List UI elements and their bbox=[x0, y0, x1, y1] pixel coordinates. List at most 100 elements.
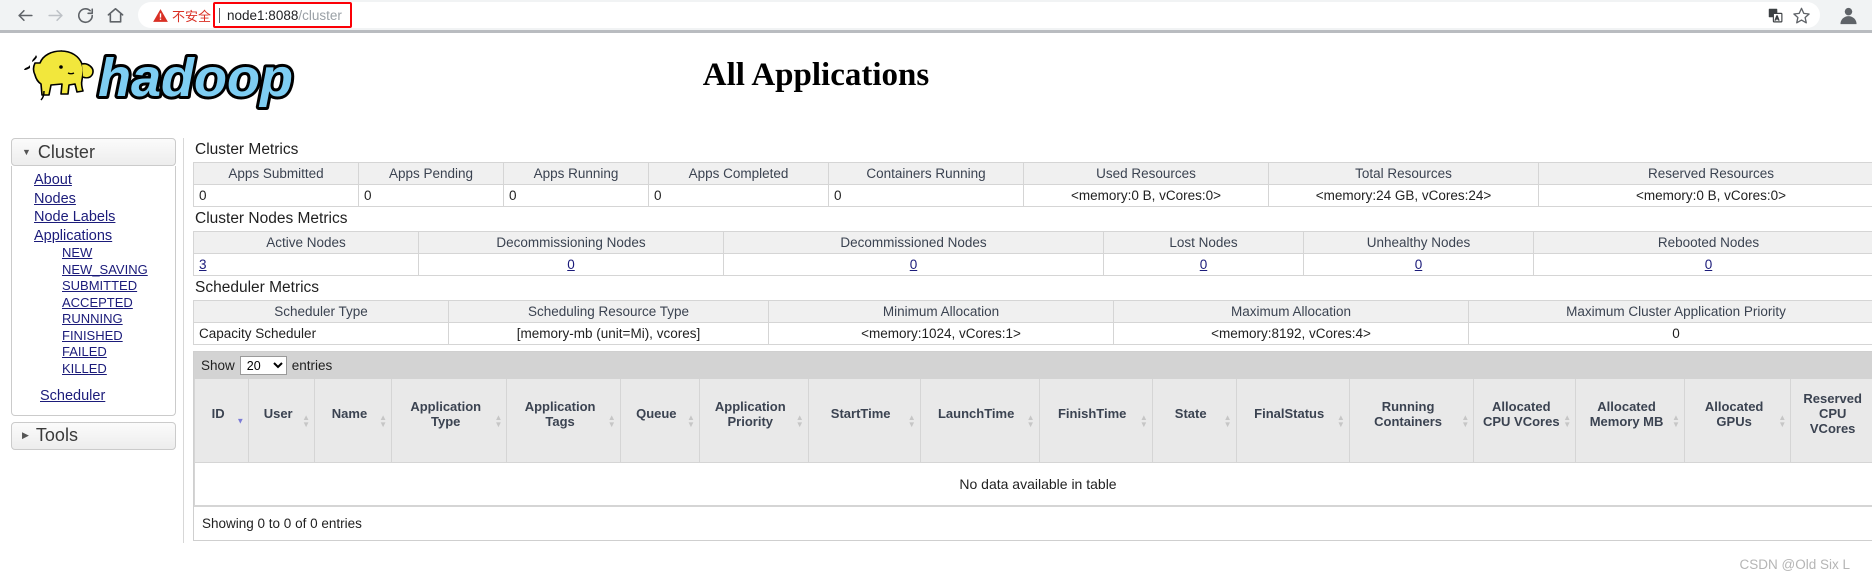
security-status[interactable]: 不安全 bbox=[152, 6, 211, 25]
empty-message: No data available in table bbox=[194, 462, 1872, 506]
link-rebooted-nodes[interactable]: 0 bbox=[1705, 257, 1713, 272]
col-reserved-cpu-vcores[interactable]: Reserved CPU VCores bbox=[1790, 379, 1872, 463]
star-icon[interactable] bbox=[1788, 2, 1814, 28]
link-decommissioned-nodes[interactable]: 0 bbox=[910, 257, 918, 272]
val-used-resources: <memory:0 B, vCores:0> bbox=[1023, 184, 1269, 207]
col-apps-submitted: Apps Submitted bbox=[193, 162, 359, 185]
security-label: 不安全 bbox=[172, 8, 212, 24]
sidebar-section-tools[interactable]: ▶ Tools bbox=[11, 421, 176, 450]
col-minimum-allocation: Minimum Allocation bbox=[768, 300, 1114, 323]
val-minimum-allocation: <memory:1024, vCores:1> bbox=[768, 322, 1114, 345]
main-content: Cluster Metrics Apps Submitted Apps Pend… bbox=[183, 138, 1872, 543]
col-maximum-allocation: Maximum Allocation bbox=[1113, 300, 1469, 323]
forward-button[interactable] bbox=[40, 0, 70, 30]
col-application-tags[interactable]: Application Tags ▲ ▼ bbox=[506, 379, 621, 463]
sidebar-item-about[interactable]: About bbox=[12, 171, 175, 190]
sort-toggle-icon: ▲ ▼ bbox=[379, 412, 387, 429]
url-text[interactable]: node1:8088/cluster bbox=[227, 8, 342, 23]
col-allocated-cpu-vcores[interactable]: Allocated CPU VCores ▲ ▼ bbox=[1473, 379, 1577, 463]
svg-text:A: A bbox=[1775, 16, 1779, 22]
sidebar-section-cluster[interactable]: ▼ Cluster bbox=[11, 138, 176, 166]
col-reserved-cpu-vcores-label: Reserved CPU VCores bbox=[1803, 391, 1862, 436]
col-finishtime-label: FinishTime bbox=[1057, 406, 1127, 421]
col-total-resources: Total Resources bbox=[1268, 162, 1539, 185]
col-id[interactable]: ID ▼ bbox=[193, 379, 250, 463]
sort-toggle-icon: ▲ ▼ bbox=[1139, 412, 1148, 429]
translate-icon[interactable]: 文A bbox=[1762, 2, 1788, 28]
page-size-select[interactable]: 20 50 100 bbox=[239, 356, 287, 375]
col-max-cluster-app-priority: Maximum Cluster Application Priority bbox=[1468, 300, 1872, 323]
sort-toggle-icon: ▲ ▼ bbox=[494, 412, 503, 429]
col-decommissioned-nodes: Decommissioned Nodes bbox=[723, 231, 1104, 254]
sidebar-item-accepted[interactable]: ACCEPTED bbox=[12, 295, 175, 312]
sidebar-item-new-saving[interactable]: NEW_SAVING bbox=[12, 262, 175, 279]
cell-lost-nodes: 0 bbox=[1103, 253, 1304, 276]
val-apps-running: 0 bbox=[503, 184, 649, 207]
sidebar-item-nodes[interactable]: Nodes bbox=[12, 190, 175, 209]
sort-toggle-icon: ▲ ▼ bbox=[1026, 412, 1035, 429]
col-queue[interactable]: Queue ▲ ▼ bbox=[619, 379, 700, 463]
col-finalstatus-label: FinalStatus bbox=[1254, 406, 1325, 421]
cell-active-nodes: 3 bbox=[193, 253, 419, 276]
cluster-metrics-table: Apps Submitted Apps Pending Apps Running… bbox=[193, 162, 1872, 207]
entries-label: entries bbox=[291, 358, 333, 373]
sidebar-item-applications[interactable]: Applications bbox=[12, 227, 175, 246]
sort-toggle-icon: ▲ ▼ bbox=[687, 412, 695, 429]
col-name-label: Name bbox=[331, 406, 368, 421]
col-allocated-memory-mb[interactable]: Allocated Memory MB ▲ ▼ bbox=[1575, 379, 1685, 463]
cluster-nodes-metrics-table: Active Nodes Decommissioning Nodes Decom… bbox=[193, 231, 1872, 276]
applications-footer: Showing 0 to 0 of 0 entries bbox=[194, 506, 1872, 540]
sidebar-item-killed[interactable]: KILLED bbox=[12, 361, 175, 378]
profile-avatar-icon[interactable] bbox=[1834, 1, 1862, 29]
sort-toggle-icon: ▲ ▼ bbox=[907, 412, 916, 429]
col-allocated-gpus[interactable]: Allocated GPUs ▲ ▼ bbox=[1683, 379, 1792, 463]
page-content: hadoop hadoop All Applications ▼ Cluster… bbox=[0, 33, 1872, 578]
col-finishtime[interactable]: FinishTime ▲ ▼ bbox=[1038, 379, 1153, 463]
sidebar-item-node-labels[interactable]: Node Labels bbox=[12, 208, 175, 227]
table-header-row: Active Nodes Decommissioning Nodes Decom… bbox=[193, 231, 1872, 254]
col-application-priority[interactable]: Application Priority ▲ ▼ bbox=[698, 379, 809, 463]
link-lost-nodes[interactable]: 0 bbox=[1200, 257, 1208, 272]
warning-triangle-icon bbox=[153, 8, 168, 22]
col-running-containers[interactable]: Running Containers ▲ ▼ bbox=[1348, 379, 1475, 463]
sidebar-cluster-panel: About Nodes Node Labels Applications NEW… bbox=[11, 166, 176, 416]
val-max-cluster-app-priority: 0 bbox=[1468, 322, 1872, 345]
col-apps-pending: Apps Pending bbox=[358, 162, 504, 185]
col-application-type[interactable]: Application Type ▲ ▼ bbox=[390, 379, 508, 463]
col-user-label: User bbox=[263, 406, 293, 421]
link-decommissioning-nodes[interactable]: 0 bbox=[567, 257, 575, 272]
sidebar-item-new[interactable]: NEW bbox=[12, 245, 175, 262]
val-total-resources: <memory:24 GB, vCores:24> bbox=[1268, 184, 1539, 207]
col-rebooted-nodes: Rebooted Nodes bbox=[1533, 231, 1872, 254]
col-state[interactable]: State ▲ ▼ bbox=[1151, 379, 1237, 463]
sort-toggle-icon: ▲ ▼ bbox=[795, 412, 804, 429]
link-unhealthy-nodes[interactable]: 0 bbox=[1415, 257, 1423, 272]
reload-button[interactable] bbox=[70, 0, 100, 30]
sidebar-item-submitted[interactable]: SUBMITTED bbox=[12, 278, 175, 295]
col-finalstatus[interactable]: FinalStatus ▲ ▼ bbox=[1235, 379, 1350, 463]
sidebar-item-running[interactable]: RUNNING bbox=[12, 311, 175, 328]
address-bar[interactable]: 不安全 node1:8088/cluster 文A bbox=[138, 2, 1820, 28]
col-name[interactable]: Name ▲ ▼ bbox=[314, 379, 392, 463]
back-button[interactable] bbox=[10, 0, 40, 30]
chevron-down-icon: ▼ bbox=[22, 147, 31, 157]
col-user[interactable]: User ▲ ▼ bbox=[248, 379, 315, 463]
col-launchtime-label: LaunchTime bbox=[937, 406, 1015, 421]
sidebar-item-failed[interactable]: FAILED bbox=[12, 344, 175, 361]
scheduler-metrics-title: Scheduler Metrics bbox=[195, 279, 320, 296]
applications-table: ID ▼ User ▲ ▼ Name ▲ ▼ Application Type ▲ ▼ App… bbox=[193, 379, 1872, 506]
val-apps-pending: 0 bbox=[358, 184, 504, 207]
col-decommissioning-nodes: Decommissioning Nodes bbox=[418, 231, 724, 254]
col-starttime[interactable]: StartTime ▲ ▼ bbox=[807, 379, 921, 463]
sidebar-item-finished[interactable]: FINISHED bbox=[12, 328, 175, 345]
url-highlight-box[interactable]: node1:8088/cluster bbox=[213, 2, 352, 28]
col-allocated-gpus-label: Allocated GPUs bbox=[1704, 398, 1764, 429]
sort-toggle-icon: ▲ ▼ bbox=[302, 412, 310, 429]
sort-toggle-icon: ▲ ▼ bbox=[1563, 412, 1572, 429]
col-launchtime[interactable]: LaunchTime ▲ ▼ bbox=[919, 379, 1040, 463]
col-starttime-label: StartTime bbox=[830, 406, 891, 421]
sidebar-item-scheduler[interactable]: Scheduler bbox=[12, 387, 175, 406]
cluster-metrics-title: Cluster Metrics bbox=[195, 141, 299, 158]
home-button[interactable] bbox=[100, 0, 130, 30]
link-active-nodes[interactable]: 3 bbox=[199, 257, 207, 272]
